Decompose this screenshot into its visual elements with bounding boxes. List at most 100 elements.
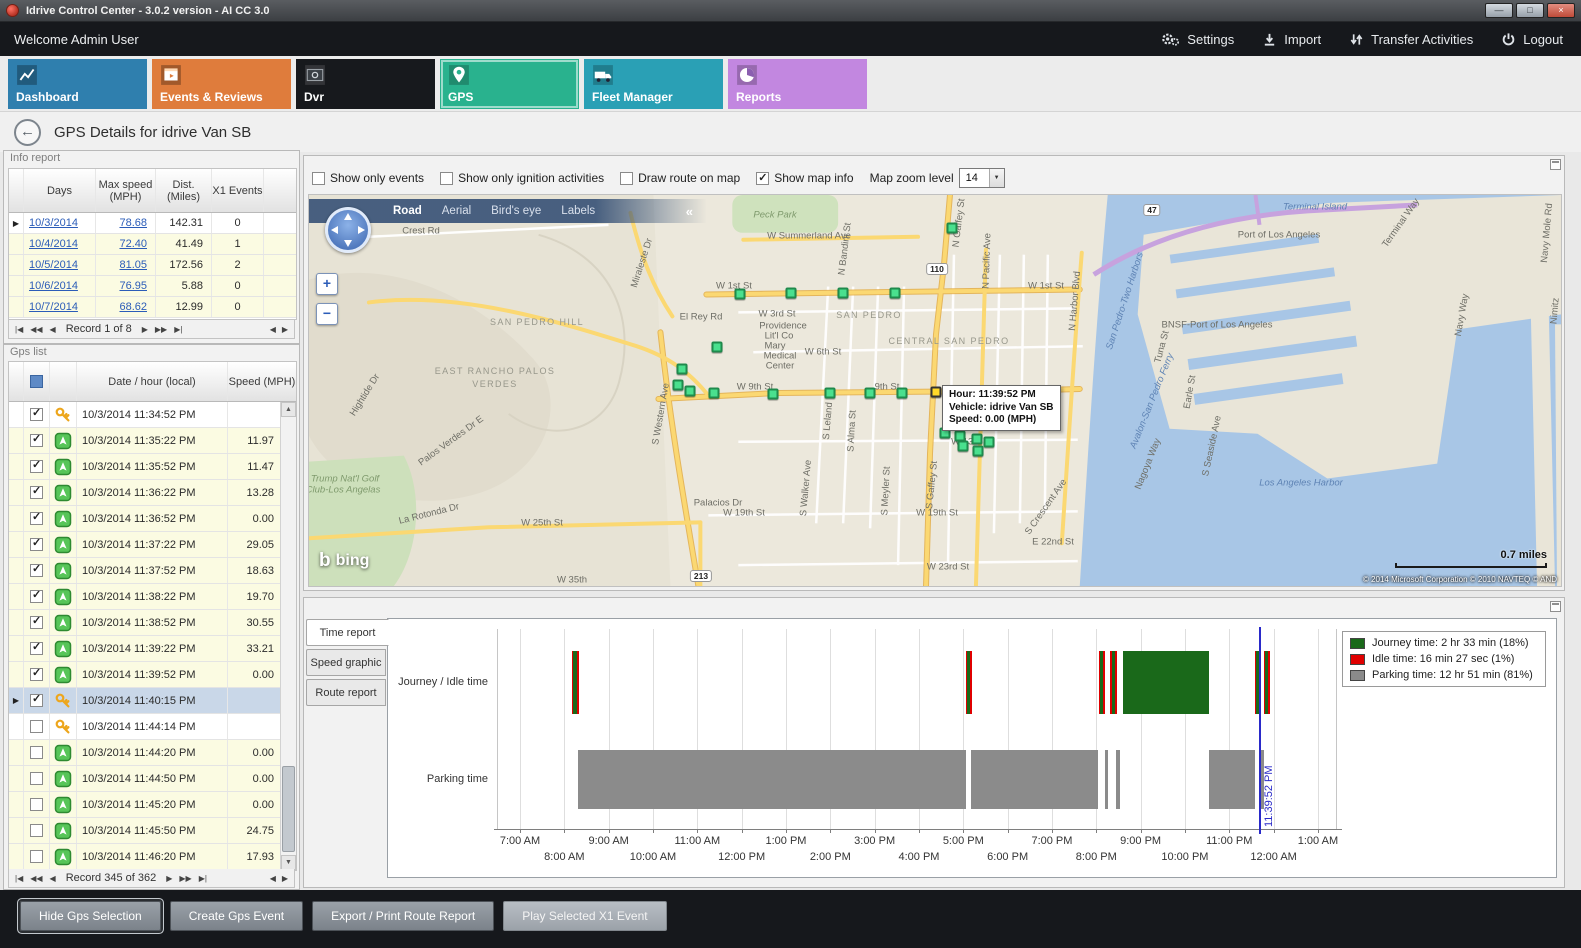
gps-list-row[interactable]: 10/3/2014 11:39:22 PM33.21 xyxy=(9,636,296,662)
map-panel-maximize-button[interactable] xyxy=(1550,159,1561,170)
gps-marker[interactable] xyxy=(825,388,836,399)
gps-list-row[interactable]: 10/3/2014 11:45:50 PM24.75 xyxy=(9,818,296,844)
select-all-checkbox[interactable] xyxy=(30,375,43,388)
gps-marker-selected[interactable] xyxy=(931,387,942,398)
row-checkbox[interactable] xyxy=(30,460,43,473)
row-checkbox[interactable] xyxy=(30,564,43,577)
info-column-header[interactable]: X1 Events xyxy=(212,169,264,212)
gps-marker[interactable] xyxy=(973,446,984,457)
row-checkbox[interactable] xyxy=(30,772,43,785)
gps-marker[interactable] xyxy=(865,388,876,399)
next-button[interactable]: ▶ xyxy=(142,325,148,334)
time-report-maximize-button[interactable] xyxy=(1550,601,1561,612)
minimize-button[interactable]: — xyxy=(1485,3,1513,18)
prev-page-button[interactable]: ◀◀ xyxy=(30,874,42,883)
topbar-action-settings[interactable]: Settings xyxy=(1161,31,1234,47)
map-option-show-only-ignition-activities[interactable]: Show only ignition activities xyxy=(440,171,604,185)
map-mode-labels[interactable]: Labels xyxy=(561,205,595,217)
max-speed-link[interactable]: 72.40 xyxy=(119,238,147,250)
speed-column-header[interactable]: Speed (MPH) xyxy=(228,362,296,401)
create-gps-event-button[interactable]: Create Gps Event xyxy=(170,901,303,931)
info-row[interactable]: 10/6/201476.955.880 xyxy=(9,276,296,297)
next-page-button[interactable]: ▶▶ xyxy=(179,874,191,883)
scrollbar-thumb[interactable] xyxy=(282,766,295,852)
info-column-header[interactable]: Max speed (MPH) xyxy=(96,169,156,212)
gps-list-row[interactable]: 10/3/2014 11:44:50 PM0.00 xyxy=(9,766,296,792)
pan-north-icon[interactable] xyxy=(344,213,352,220)
option-checkbox[interactable] xyxy=(312,172,325,185)
gps-list-row[interactable]: 10/3/2014 11:44:14 PM xyxy=(9,714,296,740)
gps-marker[interactable] xyxy=(947,223,958,234)
option-checkbox[interactable] xyxy=(440,172,453,185)
gps-list-row[interactable]: 10/3/2014 11:36:22 PM13.28 xyxy=(9,480,296,506)
close-button[interactable]: × xyxy=(1547,3,1575,18)
option-checkbox[interactable] xyxy=(620,172,633,185)
row-checkbox[interactable] xyxy=(30,616,43,629)
option-checkbox[interactable] xyxy=(756,172,769,185)
gps-list-row[interactable]: ▶10/3/2014 11:40:15 PM xyxy=(9,688,296,714)
scroll-right-button[interactable]: ▶ xyxy=(282,325,288,334)
row-checkbox[interactable] xyxy=(30,486,43,499)
export-print-route-report-button[interactable]: Export / Print Route Report xyxy=(312,901,494,931)
info-row[interactable]: 10/5/201481.05172.562 xyxy=(9,255,296,276)
scroll-down-icon[interactable]: ▼ xyxy=(281,855,296,870)
hide-gps-selection-button[interactable]: Hide Gps Selection xyxy=(20,901,161,931)
info-row[interactable]: ▶10/3/201478.68142.310 xyxy=(9,213,296,234)
topbar-action-transfer-activities[interactable]: Transfer Activities xyxy=(1349,32,1473,47)
pan-south-icon[interactable] xyxy=(344,240,352,247)
gps-marker[interactable] xyxy=(712,342,723,353)
row-checkbox[interactable] xyxy=(30,694,43,707)
gps-list-row[interactable]: 10/3/2014 11:44:20 PM0.00 xyxy=(9,740,296,766)
gps-list-scrollbar[interactable]: ▲ ▼ xyxy=(280,402,296,870)
max-speed-link[interactable]: 81.05 xyxy=(119,259,147,271)
prev-button[interactable]: ◀ xyxy=(50,874,56,883)
zoom-in-button[interactable]: + xyxy=(316,273,338,295)
map-viewport[interactable]: Crest RdPeck ParkW Summerland AveMirales… xyxy=(308,194,1562,587)
day-link[interactable]: 10/7/2014 xyxy=(29,301,78,313)
gps-marker[interactable] xyxy=(838,288,849,299)
day-link[interactable]: 10/3/2014 xyxy=(29,217,78,229)
gps-marker[interactable] xyxy=(984,437,995,448)
gps-list-row[interactable]: 10/3/2014 11:39:52 PM0.00 xyxy=(9,662,296,688)
info-row[interactable]: 10/4/201472.4041.491 xyxy=(9,234,296,255)
map-compass-control[interactable] xyxy=(325,207,371,253)
gps-list-row[interactable]: 10/3/2014 11:45:20 PM0.00 xyxy=(9,792,296,818)
row-checkbox[interactable] xyxy=(30,434,43,447)
info-column-header[interactable]: Days xyxy=(24,169,96,212)
last-button[interactable]: ▶| xyxy=(174,325,182,334)
gps-list-row[interactable]: 10/3/2014 11:34:52 PM xyxy=(9,402,296,428)
gps-list-row[interactable]: 10/3/2014 11:46:20 PM17.93 xyxy=(9,844,296,870)
prev-button[interactable]: ◀ xyxy=(50,325,56,334)
gps-marker[interactable] xyxy=(673,380,684,391)
map-option-show-map-info[interactable]: Show map info xyxy=(756,171,853,185)
row-checkbox[interactable] xyxy=(30,642,43,655)
gps-list-row[interactable]: 10/3/2014 11:36:52 PM0.00 xyxy=(9,506,296,532)
row-checkbox[interactable] xyxy=(30,798,43,811)
day-link[interactable]: 10/6/2014 xyxy=(29,280,78,292)
row-checkbox[interactable] xyxy=(30,590,43,603)
scroll-up-icon[interactable]: ▲ xyxy=(281,402,296,417)
gps-marker[interactable] xyxy=(786,288,797,299)
map-option-show-only-events[interactable]: Show only events xyxy=(312,171,424,185)
gps-marker[interactable] xyxy=(958,441,969,452)
map-mode-road[interactable]: Road xyxy=(393,205,422,217)
gps-list-row[interactable]: 10/3/2014 11:35:52 PM11.47 xyxy=(9,454,296,480)
nav-tab-fleet-manager[interactable]: Fleet Manager xyxy=(584,59,723,109)
topbar-action-logout[interactable]: Logout xyxy=(1501,32,1563,47)
tab-route-report[interactable]: Route report xyxy=(306,679,386,706)
row-checkbox[interactable] xyxy=(30,824,43,837)
nav-tab-dashboard[interactable]: Dashboard xyxy=(8,59,147,109)
topbar-action-import[interactable]: Import xyxy=(1262,32,1321,47)
nav-tab-events-reviews[interactable]: Events & Reviews xyxy=(152,59,291,109)
gps-marker[interactable] xyxy=(890,288,901,299)
tab-speed-graphic[interactable]: Speed graphic xyxy=(306,649,386,676)
row-checkbox[interactable] xyxy=(30,668,43,681)
row-checkbox[interactable] xyxy=(30,408,43,421)
zoom-out-button[interactable]: − xyxy=(316,303,338,325)
back-button[interactable]: ← xyxy=(14,119,41,146)
max-speed-link[interactable]: 76.95 xyxy=(119,280,147,292)
row-checkbox[interactable] xyxy=(30,850,43,863)
map-zoom-level-select[interactable]: 14 ▼ xyxy=(959,168,1005,188)
row-checkbox[interactable] xyxy=(30,746,43,759)
first-button[interactable]: |◀ xyxy=(15,874,23,883)
